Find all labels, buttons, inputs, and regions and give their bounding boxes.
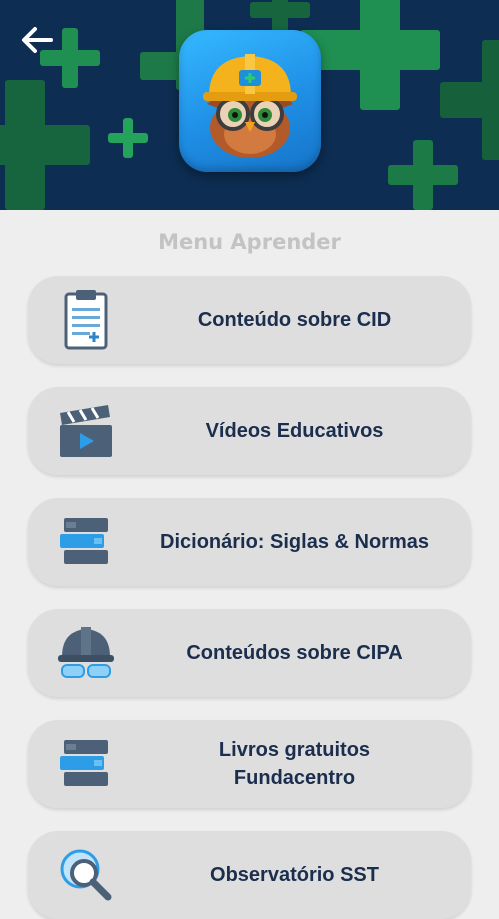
menu-item-cipa[interactable]: Conteúdos sobre CIPA <box>28 609 471 697</box>
clipboard-icon <box>64 290 108 350</box>
menu-item-label: Dicionário: Siglas & Normas <box>160 531 429 553</box>
menu-item-label: Observatório SST <box>210 864 379 886</box>
menu-item-cid[interactable]: Conteúdo sobre CID <box>28 276 471 364</box>
menu-item-livros[interactable]: Livros gratuitos Fundacentro <box>28 720 471 808</box>
menu-item-label: Conteúdo sobre CID <box>197 309 392 331</box>
header-banner <box>0 0 499 210</box>
menu-item-label: Livros gratuitos Fundacentro <box>218 739 371 789</box>
menu-item-videos[interactable]: Vídeos Educativos <box>28 387 471 475</box>
books-stack-icon <box>60 740 108 786</box>
menu-item-dicionario[interactable]: Dicionário: Siglas & Normas <box>28 498 471 586</box>
books-stack-icon <box>60 518 108 564</box>
owl-with-hard-hat-icon <box>203 54 297 158</box>
menu-item-label: Vídeos Educativos <box>205 420 384 442</box>
page-title: Menu Aprender <box>158 230 341 254</box>
arrow-left-icon <box>22 27 53 53</box>
back-button[interactable] <box>16 20 56 60</box>
plus-decoration-icon <box>108 118 148 158</box>
clapperboard-icon <box>60 405 112 457</box>
plus-decoration-icon <box>0 80 90 210</box>
magnifier-globe-icon <box>60 849 112 901</box>
plus-decoration-icon <box>440 40 499 160</box>
app-logo-icon <box>179 30 321 172</box>
menu-item-observatorio[interactable]: Observatório SST <box>28 831 471 919</box>
hard-hat-goggles-icon <box>58 627 114 678</box>
plus-decoration-icon <box>300 0 440 110</box>
menu-item-label: Conteúdos sobre CIPA <box>186 642 403 664</box>
